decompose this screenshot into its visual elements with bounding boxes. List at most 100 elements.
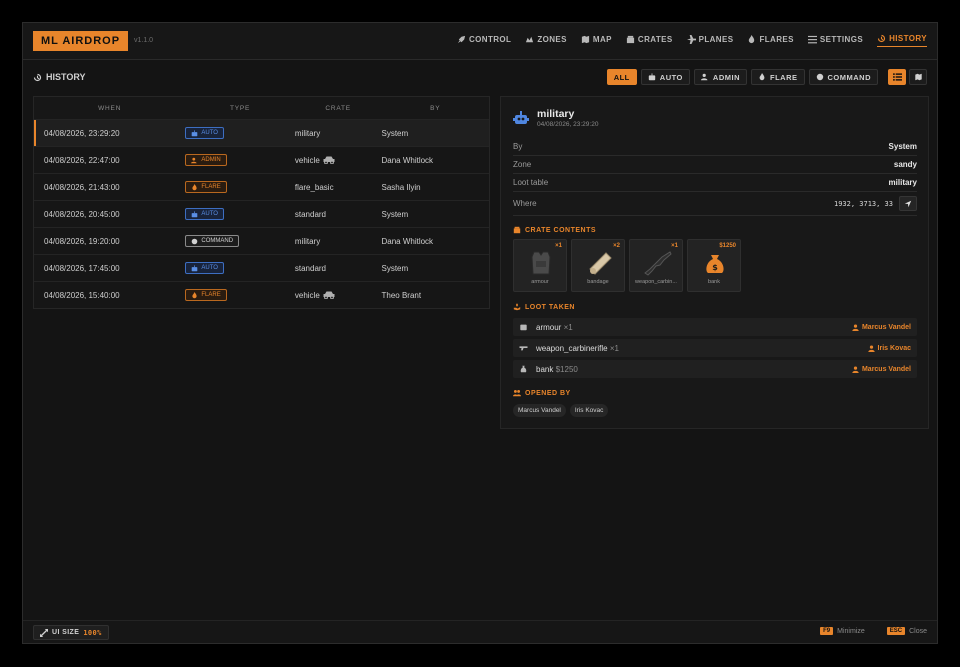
map-icon xyxy=(581,35,590,43)
minimize-key[interactable]: F9 xyxy=(820,627,834,635)
nav-history[interactable]: HISTORY xyxy=(877,34,927,47)
main-nav: CONTROL ZONES MAP CRATES PLANES FLARES S… xyxy=(443,34,927,47)
table-row[interactable]: 04/08/2026, 15:40:00 FLARE vehicle Theo Bra… xyxy=(34,281,489,308)
crate-name: vehicle xyxy=(294,290,320,300)
crate-contents-title-text: CRATE CONTENTS xyxy=(525,226,597,234)
filter-admin-label: ADMIN xyxy=(712,72,740,82)
loot-taken-title: LOOT TAKEN xyxy=(513,303,575,311)
where-coords: 1932, 3713, 33 xyxy=(833,199,893,208)
zone-value: sandy xyxy=(893,160,917,169)
loot-player[interactable]: Iris Kovac xyxy=(867,345,911,352)
robot-icon xyxy=(192,264,198,271)
users-icon xyxy=(513,389,521,397)
nav-control[interactable]: CONTROL xyxy=(457,34,511,47)
admin-user-icon xyxy=(700,73,708,81)
item-name: weapon_carbin... xyxy=(635,279,677,285)
cell-when: 04/08/2026, 23:29:20 xyxy=(44,128,120,138)
filter-all-label: ALL xyxy=(613,72,630,82)
crate-name: flare_basic xyxy=(294,182,334,192)
filter-all-button[interactable]: ALL xyxy=(606,69,637,85)
filter-auto-button[interactable]: AUTO xyxy=(640,69,690,85)
zones-icon xyxy=(526,36,534,42)
type-badge-label: AUTO xyxy=(201,265,218,271)
filter-admin-button[interactable]: ADMIN xyxy=(693,69,747,85)
nav-crates[interactable]: CRATES xyxy=(626,34,673,47)
filter-flare-button[interactable]: FLARE xyxy=(751,69,805,85)
type-badge-label: ADMIN xyxy=(201,157,221,163)
nav-settings[interactable]: SETTINGS xyxy=(807,34,863,47)
nav-map-label: MAP xyxy=(592,34,612,44)
cell-crate: vehicle xyxy=(295,156,382,165)
cell-by: System xyxy=(381,128,409,138)
cell-when: 04/08/2026, 22:47:00 xyxy=(44,155,120,165)
cell-by: Theo Brant xyxy=(381,290,422,300)
detail-where-row: Where 1932, 3713, 33 xyxy=(513,192,917,216)
nav-planes[interactable]: PLANES xyxy=(686,34,734,47)
flame-icon xyxy=(749,34,755,43)
close-key[interactable]: ESC xyxy=(886,627,906,635)
crate-item-bank[interactable]: $1250 $ bank xyxy=(687,239,741,292)
cell-crate: flare_basic xyxy=(295,183,382,192)
item-qty: ×1 xyxy=(555,243,562,249)
map-view-button[interactable] xyxy=(909,69,927,85)
table-row[interactable]: 04/08/2026, 22:47:00 ADMIN vehicle Dana Whi… xyxy=(34,146,489,173)
crate-item-bandage[interactable]: ×2 bandage xyxy=(571,239,625,292)
ui-size-button[interactable]: UI SIZE 100% xyxy=(33,625,109,640)
col-by[interactable]: BY xyxy=(381,105,489,112)
loot-item: armour xyxy=(536,322,562,332)
cell-by: System xyxy=(381,263,409,273)
money-bag-icon: $ xyxy=(706,255,724,273)
table-row[interactable]: 04/08/2026, 21:43:00 FLARE flare_basic Sash… xyxy=(34,173,489,200)
cell-when: 04/08/2026, 19:20:00 xyxy=(44,236,120,246)
nav-map[interactable]: MAP xyxy=(581,34,612,47)
rocket-icon xyxy=(457,35,466,43)
opener-chip[interactable]: Marcus Vandel xyxy=(513,404,566,417)
opener-chip[interactable]: Iris Kovac xyxy=(569,404,609,417)
crate-name: vehicle xyxy=(294,155,320,165)
table-row[interactable]: 04/08/2026, 19:20:00 COMMAND military Dana … xyxy=(34,227,489,254)
close-label: Close xyxy=(909,627,927,635)
crate-item-armour[interactable]: ×1 armour xyxy=(513,239,567,292)
table-row[interactable]: 04/08/2026, 20:45:00 AUTO standard System xyxy=(34,200,489,227)
filter-bar: ALL AUTO ADMIN FLARE COMMAND xyxy=(606,69,927,85)
cell-type: FLARE xyxy=(185,289,295,301)
app-window: ML AIRDROP v1.1.0 CONTROL ZONES MAP CRAT… xyxy=(22,22,938,644)
col-when[interactable]: WHEN xyxy=(34,105,185,112)
list-view-button[interactable] xyxy=(888,69,906,85)
loot-row: bank $1250 Marcus Vandel xyxy=(513,360,917,378)
zone-label: Zone xyxy=(513,160,532,169)
loot-qty: ×1 xyxy=(609,343,619,353)
car-icon xyxy=(323,156,335,165)
robot-icon xyxy=(192,210,198,217)
cell-when: 04/08/2026, 15:40:00 xyxy=(44,290,120,300)
filter-command-button[interactable]: COMMAND xyxy=(808,69,878,85)
crate-name: military xyxy=(294,128,321,138)
detail-timestamp: 04/08/2026, 23:29:20 xyxy=(537,121,599,128)
loot-player[interactable]: Marcus Vandel xyxy=(852,366,911,373)
nav-zones[interactable]: ZONES xyxy=(525,34,567,47)
teleport-button[interactable] xyxy=(899,196,917,211)
table-row[interactable]: 04/08/2026, 23:29:20 AUTO military System xyxy=(34,119,489,146)
crate-icon xyxy=(626,35,634,43)
cell-by: Sasha Ilyin xyxy=(381,182,421,192)
nav-flares-label: FLARES xyxy=(759,34,794,44)
loot-player-name: Marcus Vandel xyxy=(861,365,911,373)
svg-text:$: $ xyxy=(712,263,718,272)
col-crate[interactable]: CRATE xyxy=(295,105,382,112)
crate-name: military xyxy=(294,236,321,246)
armour-icon xyxy=(520,324,527,331)
footer-bar: UI SIZE 100% F9 Minimize ESC Close xyxy=(23,620,937,643)
type-badge-label: AUTO xyxy=(201,211,218,217)
robot-icon xyxy=(513,111,529,124)
cell-type: AUTO xyxy=(185,208,295,220)
crate-item-weapon[interactable]: ×1 weapon_carbin... xyxy=(629,239,683,292)
loot-player[interactable]: Marcus Vandel xyxy=(852,324,911,331)
nav-crates-label: CRATES xyxy=(637,34,673,44)
detail-zone-row: Zone sandy xyxy=(513,156,917,174)
keyboard-hints: F9 Minimize ESC Close xyxy=(820,627,927,635)
nav-flares[interactable]: FLARES xyxy=(747,34,793,47)
table-row[interactable]: 04/08/2026, 17:45:00 AUTO standard System xyxy=(34,254,489,281)
cell-crate: military xyxy=(295,129,382,138)
detail-loottable-row: Loot table military xyxy=(513,174,917,192)
col-type[interactable]: TYPE xyxy=(185,105,295,112)
